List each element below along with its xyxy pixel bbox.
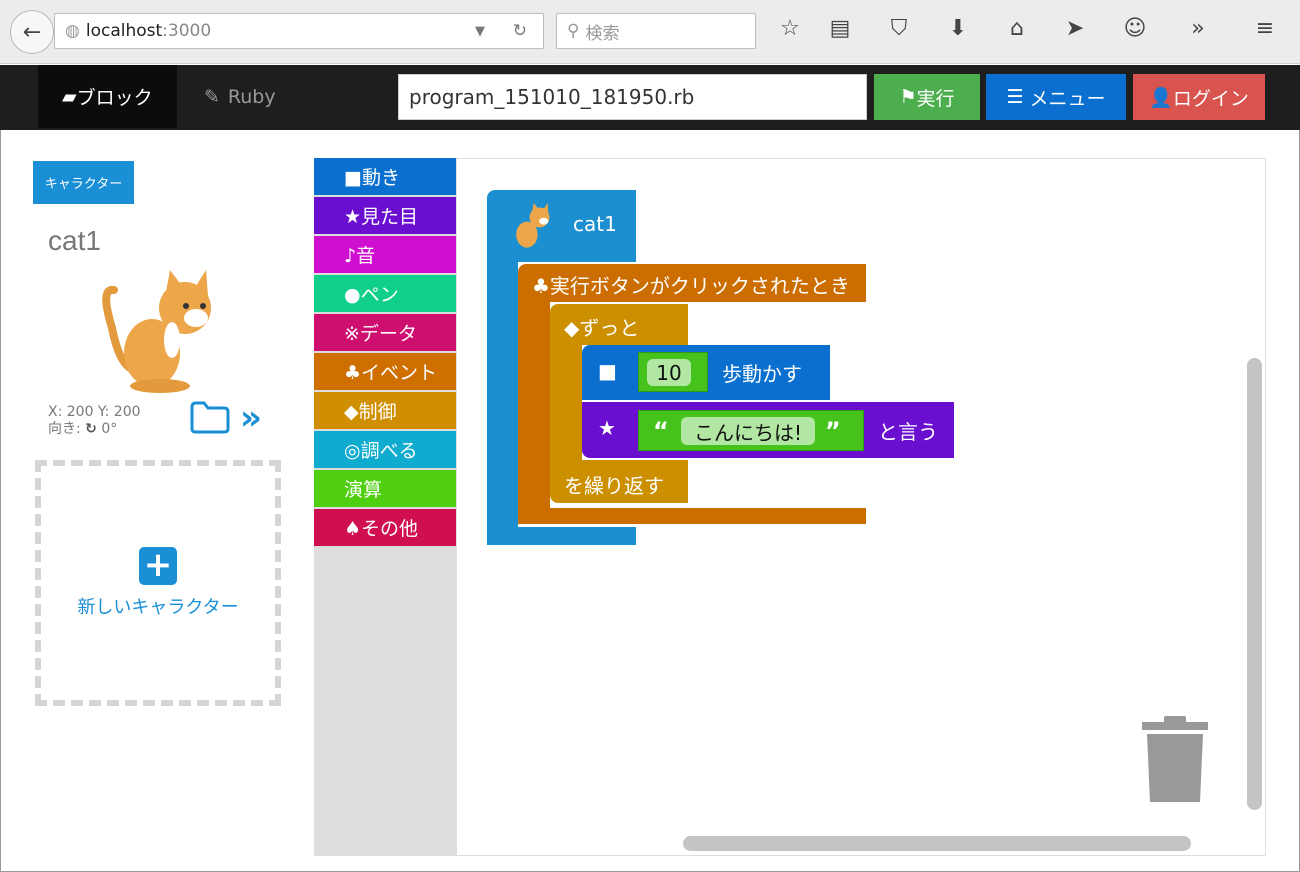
folder-icon: ▰ xyxy=(62,85,77,108)
reload-icon[interactable]: ↻ xyxy=(513,21,527,41)
tab-ruby[interactable]: ✎ Ruby xyxy=(180,65,300,128)
reading-list-icon[interactable]: ▤ xyxy=(825,16,855,41)
cat-thumbnail-icon xyxy=(516,202,550,248)
block-categories: ■動き ★見た目 ♪音 ●ペン ※データ ♣イベント ◆制御 ◎調べる 演算 ♠その他 xyxy=(314,158,456,856)
say-text-input[interactable]: こんにちは! xyxy=(681,417,815,445)
chat-icon[interactable]: ☺ xyxy=(1120,16,1150,41)
character-coordinates: X: 200 Y: 200 向き: ↻ 0° xyxy=(48,404,141,438)
plus-icon: + xyxy=(139,547,177,585)
category-0[interactable]: ■動き xyxy=(314,158,456,195)
say-block-label: と言う xyxy=(878,420,938,444)
say-block[interactable]: ★ “ こんにちは! ” と言う xyxy=(582,402,954,458)
forever-block-foot: を繰り返す xyxy=(550,460,688,503)
forever-block-label: ◆ずっと xyxy=(564,316,640,340)
move-block-label: 歩動かす xyxy=(722,362,802,386)
position-text: X: 200 Y: 200 xyxy=(48,404,141,420)
vertical-scrollbar[interactable] xyxy=(1247,358,1262,810)
search-placeholder: 検索 xyxy=(585,23,620,44)
category-3[interactable]: ●ペン xyxy=(314,275,456,312)
steps-input-wrapper: 10 xyxy=(638,352,708,392)
horizontal-scrollbar[interactable] xyxy=(683,836,1191,851)
direction-label: 向き: xyxy=(48,421,81,437)
flag-icon: ⚑ xyxy=(899,86,917,108)
hamburger-menu-icon[interactable]: ≡ xyxy=(1250,16,1280,41)
menu-label: メニュー xyxy=(1029,87,1106,110)
globe-icon: ◍ xyxy=(65,21,80,41)
run-button[interactable]: ⚑ 実行 xyxy=(874,74,980,120)
category-4[interactable]: ※データ xyxy=(314,314,456,351)
tab-block-label: ブロック xyxy=(76,87,153,109)
character-button[interactable]: キャラクター xyxy=(33,161,134,204)
url-host: localhost xyxy=(85,21,163,41)
forever-end-label: を繰り返す xyxy=(564,474,664,498)
category-6[interactable]: ◆制御 xyxy=(314,392,456,429)
login-label: ログイン xyxy=(1172,87,1249,110)
new-character-button[interactable]: + 新しいキャラクター xyxy=(35,460,281,706)
character-block[interactable]: cat1 xyxy=(487,190,636,262)
login-button[interactable]: 👤 ログイン xyxy=(1133,74,1265,120)
character-block-label: cat1 xyxy=(573,212,617,236)
tab-ruby-label: Ruby xyxy=(227,85,276,108)
bookmark-star-icon[interactable]: ☆ xyxy=(775,16,805,41)
dropdown-icon[interactable]: ▼ xyxy=(475,24,485,39)
search-icon: ⚲ xyxy=(567,21,580,41)
say-text-wrapper: “ こんにちは! ” xyxy=(638,410,864,451)
close-quote-icon: ” xyxy=(825,417,841,445)
filename-input[interactable]: program_151010_181950.rb xyxy=(398,74,867,120)
user-icon: 👤 xyxy=(1149,86,1173,109)
move-block[interactable]: ■ 10 歩動かす xyxy=(582,345,830,400)
category-2[interactable]: ♪音 xyxy=(314,236,456,273)
expand-chevrons-icon[interactable]: » xyxy=(240,398,262,438)
download-icon[interactable]: ⬇ xyxy=(943,16,973,41)
event-block-label: ♣実行ボタンがクリックされたとき xyxy=(532,274,850,298)
pencil-icon: ✎ xyxy=(204,85,220,108)
search-input[interactable]: ⚲ 検索 xyxy=(556,13,756,49)
back-button[interactable]: ← xyxy=(10,10,54,54)
url-port: :3000 xyxy=(162,21,212,41)
event-block[interactable]: ♣実行ボタンがクリックされたとき xyxy=(518,264,866,302)
home-icon[interactable]: ⌂ xyxy=(1002,16,1032,41)
run-label: 実行 xyxy=(916,87,955,110)
url-bar[interactable]: ◍ localhost:3000 ▼ ↻ xyxy=(54,13,544,49)
tab-block[interactable]: ▰ ブロック xyxy=(38,65,177,128)
rotate-icon: ↻ xyxy=(85,421,97,437)
trash-icon[interactable] xyxy=(1142,716,1208,804)
menu-button[interactable]: ☰ メニュー xyxy=(986,74,1126,120)
forever-block[interactable]: ◆ずっと xyxy=(550,304,688,345)
square-icon: ■ xyxy=(598,359,617,383)
direction-value: 0° xyxy=(101,421,118,437)
cat-sprite[interactable] xyxy=(100,268,215,393)
open-quote-icon: “ xyxy=(653,417,669,445)
category-5[interactable]: ♣イベント xyxy=(314,353,456,390)
list-icon: ☰ xyxy=(1006,86,1024,108)
steps-input[interactable]: 10 xyxy=(647,359,691,386)
new-character-label: 新しいキャラクター xyxy=(77,597,239,618)
character-block-arm xyxy=(487,262,518,545)
send-icon[interactable]: ➤ xyxy=(1060,16,1090,41)
folder-open-icon[interactable] xyxy=(189,400,231,435)
character-name: cat1 xyxy=(48,225,101,256)
category-8[interactable]: 演算 xyxy=(314,470,456,507)
overflow-icon[interactable]: » xyxy=(1183,16,1213,41)
category-9[interactable]: ♠その他 xyxy=(314,509,456,546)
event-block-arm xyxy=(518,302,550,524)
pocket-icon[interactable]: ⛉ xyxy=(884,16,914,41)
forever-block-arm xyxy=(550,345,582,465)
event-block-foot xyxy=(518,508,866,524)
character-block-foot xyxy=(487,527,636,545)
category-1[interactable]: ★見た目 xyxy=(314,197,456,234)
category-7[interactable]: ◎調べる xyxy=(314,431,456,468)
star-icon: ★ xyxy=(598,416,616,440)
